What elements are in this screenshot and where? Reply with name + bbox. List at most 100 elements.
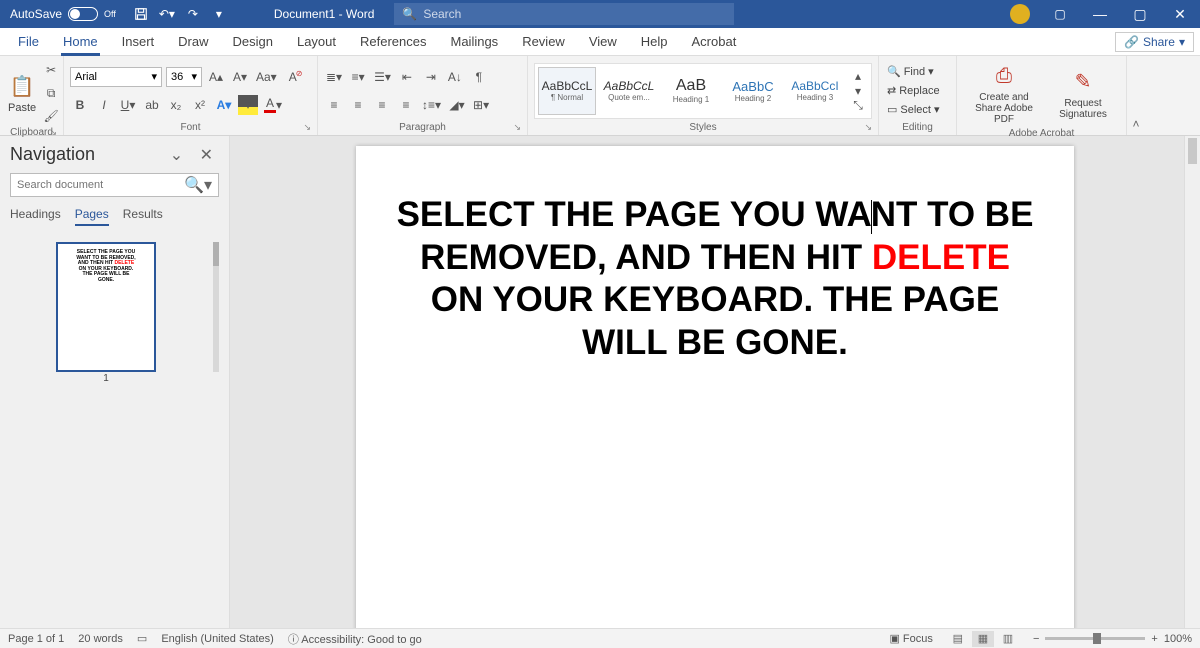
nav-chevron-icon[interactable]: ⌄ [164, 145, 189, 166]
zoom-in-icon[interactable]: + [1151, 633, 1157, 645]
style-h2[interactable]: AaBbCHeading 2 [724, 67, 782, 115]
format-painter-icon[interactable]: 🖌 [41, 106, 61, 126]
superscript-button[interactable]: x² [190, 95, 210, 115]
find-button[interactable]: 🔍Find ▾ [885, 64, 936, 79]
replace-button[interactable]: ⇄Replace [885, 83, 942, 98]
status-language[interactable]: English (United States) [161, 633, 274, 645]
bullets-icon[interactable]: ≣▾ [324, 67, 344, 87]
nav-close-icon[interactable]: ✕ [194, 145, 219, 166]
style-normal[interactable]: AaBbCcL¶ Normal [538, 67, 596, 115]
nav-tab-results[interactable]: Results [123, 207, 163, 226]
status-words[interactable]: 20 words [78, 633, 123, 645]
thumb-scrollbar[interactable] [213, 242, 219, 372]
shrink-font-icon[interactable]: A▾ [230, 67, 250, 87]
nav-search-input[interactable] [17, 179, 180, 191]
borders-icon[interactable]: ⊞▾ [471, 95, 491, 115]
paste-button[interactable]: 📋 Paste [6, 70, 38, 116]
request-signatures-button[interactable]: ✎ Request Signatures [1048, 66, 1118, 122]
clear-format-icon[interactable]: A⊘ [283, 67, 303, 87]
tab-home[interactable]: Home [51, 28, 110, 55]
ribbon-display-icon[interactable]: ▢ [1040, 0, 1080, 28]
nav-search[interactable]: 🔍▾ [10, 173, 219, 197]
multilevel-icon[interactable]: ☰▾ [372, 67, 393, 87]
styles-more-icon[interactable]: ⤡ [848, 98, 868, 113]
tab-insert[interactable]: Insert [110, 28, 167, 55]
font-name-select[interactable]: Arial▾ [70, 67, 162, 87]
print-layout-icon[interactable]: ▦ [972, 631, 994, 647]
font-launcher-icon[interactable]: ↘ [303, 122, 311, 133]
align-center-icon[interactable]: ≡ [348, 95, 368, 115]
show-marks-icon[interactable]: ¶ [469, 67, 489, 87]
change-case-icon[interactable]: Aa▾ [254, 67, 279, 87]
style-quote[interactable]: AaBbCcLQuote em... [600, 67, 658, 115]
sort-icon[interactable]: A↓ [445, 67, 465, 87]
increase-indent-icon[interactable]: ⇥ [421, 67, 441, 87]
qat-dropdown-icon[interactable]: ▾ [208, 3, 230, 25]
status-page[interactable]: Page 1 of 1 [8, 633, 64, 645]
document-page[interactable]: SELECT THE PAGE YOU WANT TO BE REMOVED, … [356, 146, 1074, 628]
status-accessibility[interactable]: ⓘ Accessibility: Good to go [288, 631, 422, 647]
italic-button[interactable]: I [94, 95, 114, 115]
status-proof-icon[interactable]: ▭ [137, 632, 147, 645]
font-color-icon[interactable]: A▾ [262, 95, 284, 115]
save-icon[interactable] [130, 3, 152, 25]
grow-font-icon[interactable]: A▴ [206, 67, 226, 87]
close-icon[interactable]: ✕ [1160, 0, 1200, 28]
web-layout-icon[interactable]: ▥ [997, 631, 1019, 647]
user-avatar[interactable] [1010, 4, 1030, 24]
shading-icon[interactable]: ◢▾ [447, 95, 467, 115]
align-right-icon[interactable]: ≡ [372, 95, 392, 115]
styles-up-icon[interactable]: ▴ [848, 68, 868, 83]
underline-button[interactable]: U▾ [118, 95, 138, 115]
tab-acrobat[interactable]: Acrobat [680, 28, 749, 55]
font-size-select[interactable]: 36▾ [166, 67, 202, 87]
document-text[interactable]: SELECT THE PAGE YOU WANT TO BE REMOVED, … [396, 194, 1034, 365]
numbering-icon[interactable]: ≡▾ [348, 67, 368, 87]
style-h3[interactable]: AaBbCcIHeading 3 [786, 67, 844, 115]
read-mode-icon[interactable]: ▤ [947, 631, 969, 647]
create-share-pdf-button[interactable]: ⎙ Create and Share Adobe PDF [963, 60, 1045, 127]
line-spacing-icon[interactable]: ↕≡▾ [420, 95, 443, 115]
tab-design[interactable]: Design [221, 28, 285, 55]
search-box[interactable]: 🔍 [394, 3, 734, 25]
collapse-ribbon-icon[interactable]: ˄ [1127, 56, 1145, 135]
styles-down-icon[interactable]: ▾ [848, 83, 868, 98]
tab-draw[interactable]: Draw [166, 28, 220, 55]
undo-icon[interactable]: ↶▾ [156, 3, 178, 25]
decrease-indent-icon[interactable]: ⇤ [397, 67, 417, 87]
maximize-icon[interactable]: ▢ [1120, 0, 1160, 28]
autosave-toggle[interactable]: AutoSave Off [0, 7, 126, 21]
strike-button[interactable]: ab [142, 95, 162, 115]
select-button[interactable]: ▭Select ▾ [885, 102, 942, 117]
tab-layout[interactable]: Layout [285, 28, 348, 55]
copy-icon[interactable]: ⧉ [41, 83, 61, 103]
text-effects-icon[interactable]: A▾ [214, 95, 234, 115]
tab-file[interactable]: File [6, 28, 51, 55]
subscript-button[interactable]: x₂ [166, 95, 186, 115]
align-left-icon[interactable]: ≡ [324, 95, 344, 115]
tab-references[interactable]: References [348, 28, 438, 55]
justify-icon[interactable]: ≡ [396, 95, 416, 115]
tab-review[interactable]: Review [510, 28, 577, 55]
search-input[interactable] [423, 7, 726, 21]
tab-view[interactable]: View [577, 28, 629, 55]
nav-tab-headings[interactable]: Headings [10, 207, 61, 226]
tab-help[interactable]: Help [629, 28, 680, 55]
highlight-icon[interactable]: ▾ [238, 95, 258, 115]
paragraph-launcher-icon[interactable]: ↘ [513, 122, 521, 133]
focus-mode-button[interactable]: ▣ Focus [889, 632, 932, 645]
zoom-slider[interactable] [1045, 637, 1145, 640]
zoom-out-icon[interactable]: − [1033, 633, 1039, 645]
clipboard-launcher-icon[interactable]: ↘ [49, 127, 57, 138]
nav-tab-pages[interactable]: Pages [75, 207, 109, 226]
tab-mailings[interactable]: Mailings [439, 28, 511, 55]
share-button[interactable]: 🔗 Share ▾ [1115, 32, 1194, 52]
bold-button[interactable]: B [70, 95, 90, 115]
vertical-scrollbar[interactable] [1184, 136, 1200, 628]
minimize-icon[interactable]: — [1080, 0, 1120, 28]
cut-icon[interactable]: ✂ [41, 60, 61, 80]
zoom-value[interactable]: 100% [1164, 633, 1192, 645]
styles-launcher-icon[interactable]: ↘ [864, 122, 872, 133]
style-h1[interactable]: AaBHeading 1 [662, 67, 720, 115]
redo-icon[interactable]: ↷ [182, 3, 204, 25]
